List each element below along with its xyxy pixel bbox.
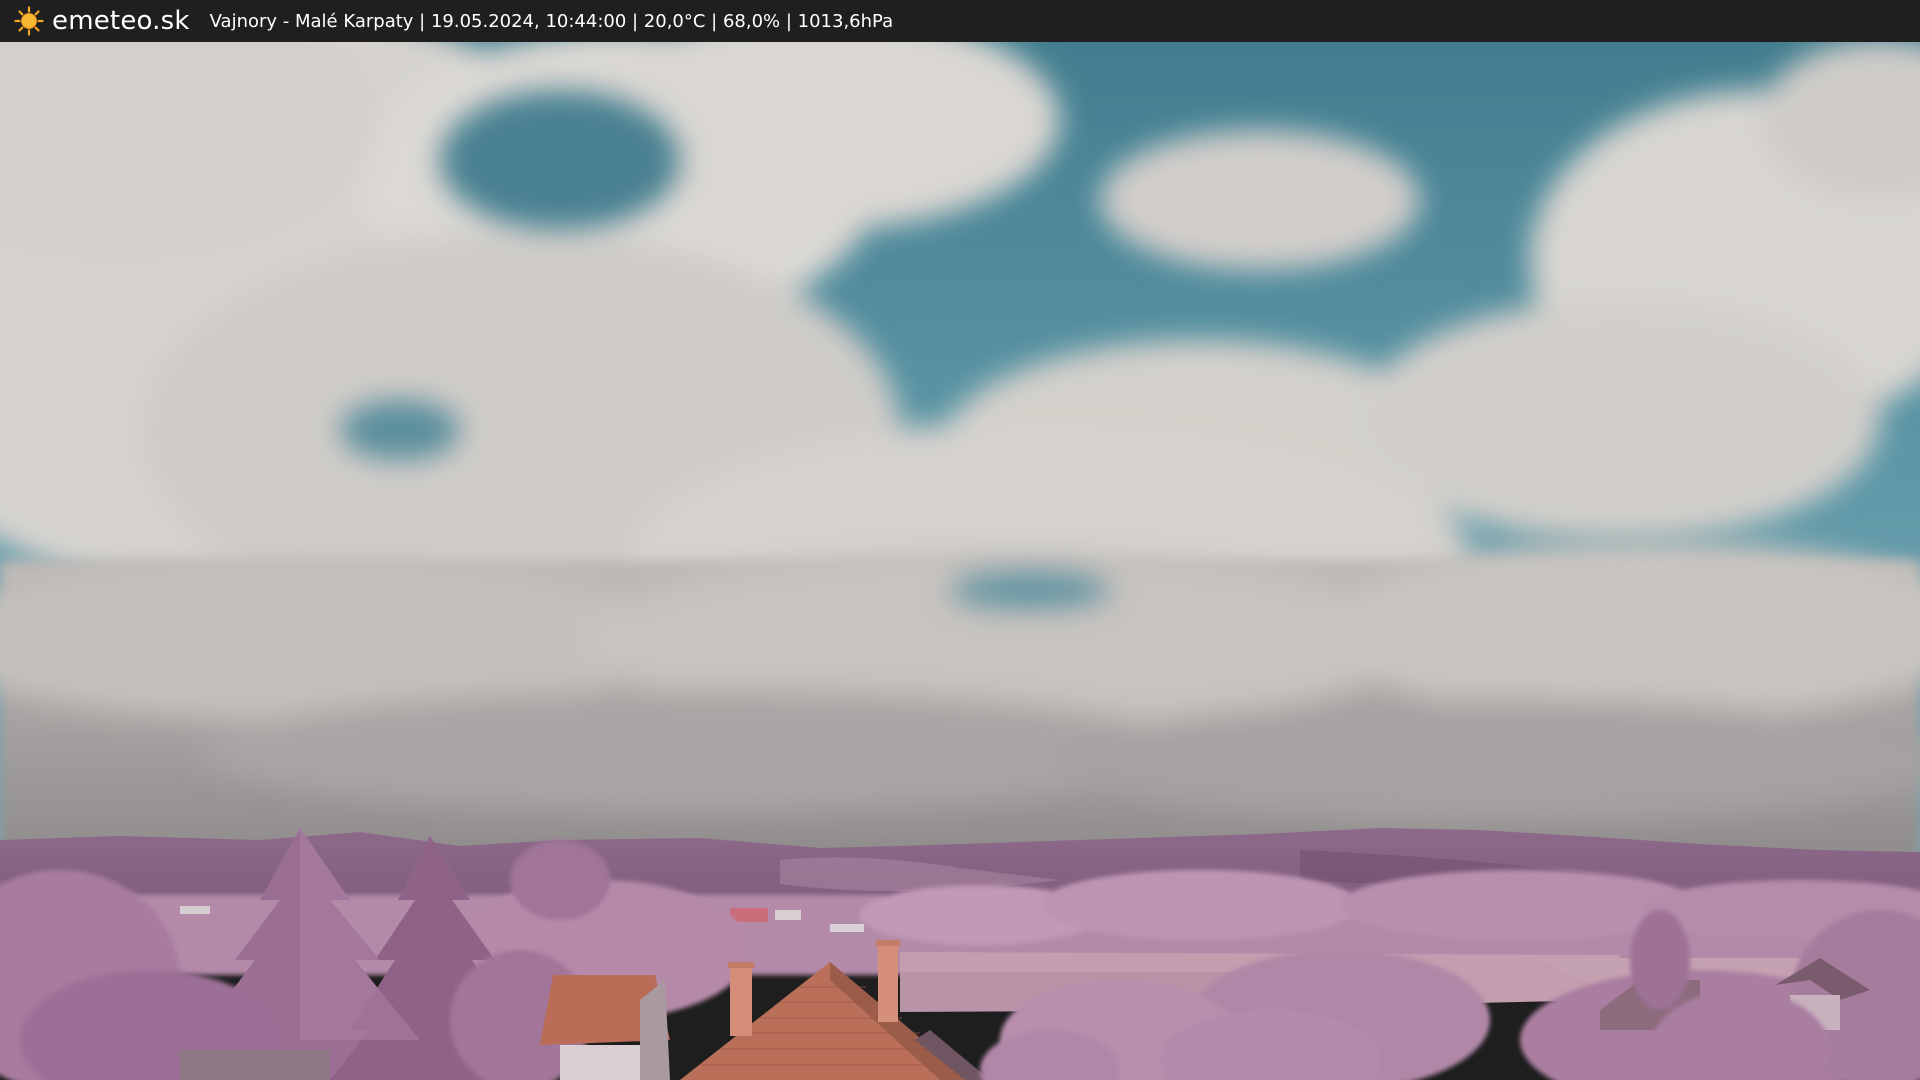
sun-icon [14,6,44,36]
brand-name[interactable]: emeteo.sk [52,6,190,36]
webcam-view: emeteo.sk Vajnory - Malé Karpaty | 19.05… [0,0,1920,1080]
distant-building [730,908,768,922]
chimney-right [878,944,898,1022]
webcam-image [0,0,1920,1080]
header-bar: emeteo.sk Vajnory - Malé Karpaty | 19.05… [0,0,1920,42]
station-status: Vajnory - Malé Karpaty | 19.05.2024, 10:… [209,10,894,32]
logo[interactable]: emeteo.sk [14,0,190,42]
chimney-left [730,966,752,1036]
